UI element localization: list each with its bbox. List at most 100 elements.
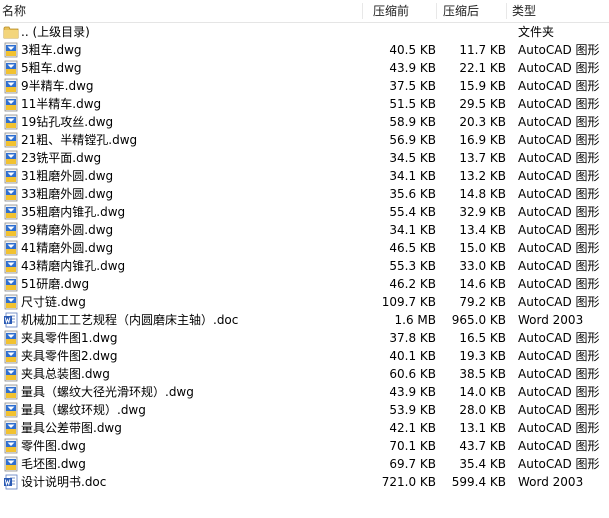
file-size-original: 13.7 KB (459, 151, 506, 165)
dwg-file-icon (3, 222, 19, 238)
column-header-bar: 名称 压缩前 压缩后 类型 (0, 0, 609, 23)
column-header-name[interactable]: 名称 (2, 0, 26, 22)
dwg-file-icon (3, 456, 19, 472)
file-row[interactable]: 尺寸链.dwg 109.7 KB 79.2 KB AutoCAD 图形 (0, 293, 609, 311)
file-name: 夹具总装图.dwg (21, 367, 110, 381)
file-row[interactable]: 夹具零件图1.dwg 37.8 KB 16.5 KB AutoCAD 图形 (0, 329, 609, 347)
file-row[interactable]: .. (上级目录) 文件夹 (0, 23, 609, 41)
dwg-file-icon (3, 78, 19, 94)
dwg-file-icon (3, 438, 19, 454)
file-name: 9半精车.dwg (21, 79, 94, 93)
file-size-compressed: 37.8 KB (389, 331, 436, 345)
file-size-compressed: 40.5 KB (389, 43, 436, 57)
file-type: AutoCAD 图形 (518, 259, 600, 273)
file-name: 31粗磨外圆.dwg (21, 169, 114, 183)
file-type: 文件夹 (518, 25, 555, 39)
file-size-compressed: 35.6 KB (389, 187, 436, 201)
file-size-compressed: 34.1 KB (389, 169, 436, 183)
file-rows: .. (上级目录) 文件夹 3粗车.dwg 40.5 KB 11.7 KB AutoCA… (0, 23, 609, 491)
file-row[interactable]: 33粗磨外圆.dwg 35.6 KB 14.8 KB AutoCAD 图形 (0, 185, 609, 203)
file-name: 39精磨外圆.dwg (21, 223, 114, 237)
file-row[interactable]: 量具（螺纹大径光滑环规）.dwg 43.9 KB 14.0 KB AutoCAD 图形 (0, 383, 609, 401)
file-size-original: 14.0 KB (459, 385, 506, 399)
file-type: AutoCAD 图形 (518, 385, 600, 399)
column-divider[interactable] (506, 3, 507, 19)
file-type: AutoCAD 图形 (518, 61, 600, 75)
file-size-compressed: 56.9 KB (389, 133, 436, 147)
file-row[interactable]: 机械加工工艺规程（内圆磨床主轴）.doc 1.6 MB 965.0 KB Word 2… (0, 311, 609, 329)
dwg-file-icon (3, 258, 19, 274)
column-header-type[interactable]: 类型 (512, 0, 536, 22)
file-row[interactable]: 51研磨.dwg 46.2 KB 14.6 KB AutoCAD 图形 (0, 275, 609, 293)
file-name: 夹具零件图1.dwg (21, 331, 118, 345)
file-type: Word 2003 (518, 313, 584, 327)
column-divider[interactable] (362, 3, 363, 19)
file-size-compressed: 46.2 KB (389, 277, 436, 291)
word-doc-icon (3, 312, 19, 328)
file-size-original: 15.9 KB (459, 79, 506, 93)
file-row[interactable]: 设计说明书.doc 721.0 KB 599.4 KB Word 2003 (0, 473, 609, 491)
file-type: AutoCAD 图形 (518, 133, 600, 147)
file-name: 43精磨内锥孔.dwg (21, 259, 126, 273)
file-type: AutoCAD 图形 (518, 151, 600, 165)
file-row[interactable]: 39精磨外圆.dwg 34.1 KB 13.4 KB AutoCAD 图形 (0, 221, 609, 239)
file-row[interactable]: 35粗磨内锥孔.dwg 55.4 KB 32.9 KB AutoCAD 图形 (0, 203, 609, 221)
file-name: 零件图.dwg (21, 439, 86, 453)
dwg-file-icon (3, 240, 19, 256)
file-row[interactable]: 19钻孔攻丝.dwg 58.9 KB 20.3 KB AutoCAD 图形 (0, 113, 609, 131)
file-size-original: 33.0 KB (459, 259, 506, 273)
file-name: 毛坯图.dwg (21, 457, 86, 471)
file-row[interactable]: 3粗车.dwg 40.5 KB 11.7 KB AutoCAD 图形 (0, 41, 609, 59)
file-size-compressed: 37.5 KB (389, 79, 436, 93)
file-size-compressed: 70.1 KB (389, 439, 436, 453)
file-type: AutoCAD 图形 (518, 331, 600, 345)
column-header-original[interactable]: 压缩后 (443, 0, 479, 22)
file-size-compressed: 109.7 KB (381, 295, 436, 309)
file-size-original: 13.1 KB (459, 421, 506, 435)
file-type: AutoCAD 图形 (518, 349, 600, 363)
file-size-compressed: 46.5 KB (389, 241, 436, 255)
dwg-file-icon (3, 186, 19, 202)
file-size-original: 15.0 KB (459, 241, 506, 255)
file-row[interactable]: 夹具零件图2.dwg 40.1 KB 19.3 KB AutoCAD 图形 (0, 347, 609, 365)
file-size-original: 965.0 KB (451, 313, 506, 327)
file-type: AutoCAD 图形 (518, 223, 600, 237)
dwg-file-icon (3, 168, 19, 184)
file-row[interactable]: 夹具总装图.dwg 60.6 KB 38.5 KB AutoCAD 图形 (0, 365, 609, 383)
file-size-compressed (366, 23, 436, 41)
file-name: 夹具零件图2.dwg (21, 349, 118, 363)
dwg-file-icon (3, 384, 19, 400)
file-size-original: 29.5 KB (459, 97, 506, 111)
file-row[interactable]: 9半精车.dwg 37.5 KB 15.9 KB AutoCAD 图形 (0, 77, 609, 95)
file-row[interactable]: 41精磨外圆.dwg 46.5 KB 15.0 KB AutoCAD 图形 (0, 239, 609, 257)
file-size-compressed: 58.9 KB (389, 115, 436, 129)
dwg-file-icon (3, 366, 19, 382)
file-size-original: 32.9 KB (459, 205, 506, 219)
dwg-file-icon (3, 276, 19, 292)
file-row[interactable]: 量具（螺纹环规）.dwg 53.9 KB 28.0 KB AutoCAD 图形 (0, 401, 609, 419)
file-row[interactable]: 11半精车.dwg 51.5 KB 29.5 KB AutoCAD 图形 (0, 95, 609, 113)
file-row[interactable]: 31粗磨外圆.dwg 34.1 KB 13.2 KB AutoCAD 图形 (0, 167, 609, 185)
file-row[interactable]: 43精磨内锥孔.dwg 55.3 KB 33.0 KB AutoCAD 图形 (0, 257, 609, 275)
file-row[interactable]: 21粗、半精镗孔.dwg 56.9 KB 16.9 KB AutoCAD 图形 (0, 131, 609, 149)
file-size-original: 11.7 KB (459, 43, 506, 57)
dwg-file-icon (3, 114, 19, 130)
file-row[interactable]: 量具公差带图.dwg 42.1 KB 13.1 KB AutoCAD 图形 (0, 419, 609, 437)
column-divider[interactable] (436, 3, 437, 19)
file-size-original: 13.2 KB (459, 169, 506, 183)
file-name: 51研磨.dwg (21, 277, 90, 291)
file-row[interactable]: 毛坯图.dwg 69.7 KB 35.4 KB AutoCAD 图形 (0, 455, 609, 473)
file-row[interactable]: 零件图.dwg 70.1 KB 43.7 KB AutoCAD 图形 (0, 437, 609, 455)
file-type: AutoCAD 图形 (518, 187, 600, 201)
column-header-compressed[interactable]: 压缩前 (373, 0, 409, 22)
file-size-compressed: 51.5 KB (389, 97, 436, 111)
file-size-original: 20.3 KB (459, 115, 506, 129)
file-type: AutoCAD 图形 (518, 421, 600, 435)
file-name: 33粗磨外圆.dwg (21, 187, 114, 201)
dwg-file-icon (3, 96, 19, 112)
file-size-compressed: 69.7 KB (389, 457, 436, 471)
file-size-original: 19.3 KB (459, 349, 506, 363)
file-type: AutoCAD 图形 (518, 439, 600, 453)
file-row[interactable]: 5粗车.dwg 43.9 KB 22.1 KB AutoCAD 图形 (0, 59, 609, 77)
file-row[interactable]: 23铣平面.dwg 34.5 KB 13.7 KB AutoCAD 图形 (0, 149, 609, 167)
